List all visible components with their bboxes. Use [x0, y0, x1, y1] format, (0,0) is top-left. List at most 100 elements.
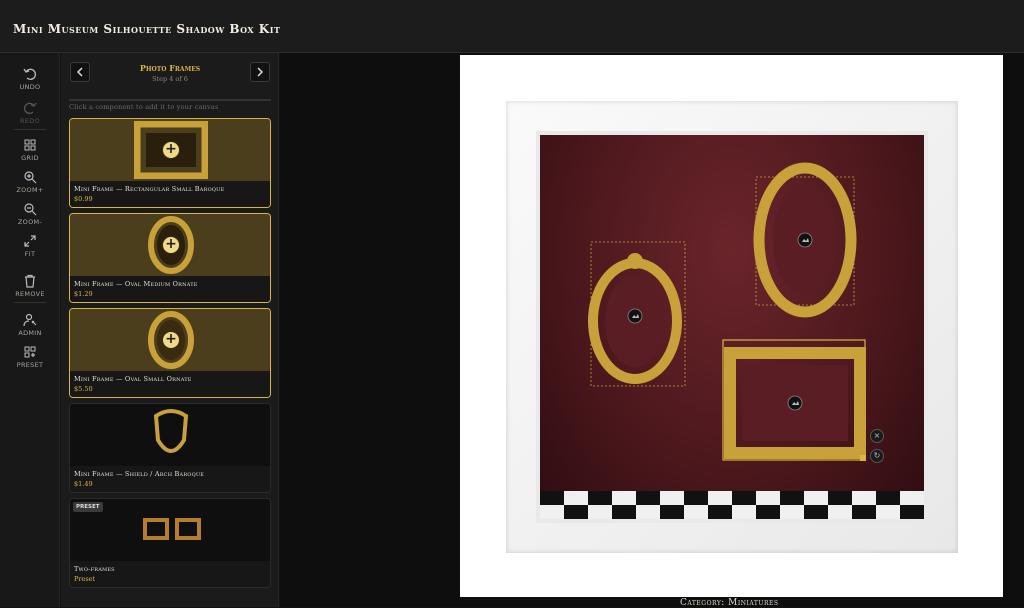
floor-tile: [660, 505, 684, 519]
zoom-in-icon: [24, 171, 37, 184]
card-thumbnail: [70, 404, 270, 466]
floor-tile: [540, 491, 564, 505]
chevron-right-icon: [257, 67, 264, 77]
card-price: $5.50: [74, 385, 93, 393]
floor-tile: [636, 505, 660, 519]
floor-tile: [900, 491, 924, 505]
grid-label: GRID: [21, 154, 39, 162]
preset-button[interactable]: PRESET: [0, 345, 60, 369]
prev-step-button[interactable]: [70, 62, 90, 82]
add-icon: +: [162, 236, 180, 254]
shadow-box-inner-frame: × ↻: [536, 131, 928, 523]
floor-tile: [828, 505, 852, 519]
zoom-out-icon: [24, 203, 37, 216]
next-step-button[interactable]: [250, 62, 270, 82]
floor-tile: [876, 491, 900, 505]
zoom-out-button[interactable]: ZOOM-: [0, 202, 60, 226]
card-thumbnail: +: [70, 214, 270, 276]
card-name: Mini Frame — Rectangular Small Baroque: [74, 185, 225, 193]
floor-tile: [756, 505, 780, 519]
rotate-element-button[interactable]: ↻: [870, 449, 884, 463]
floor-tile: [780, 491, 804, 505]
floor-tile: [804, 505, 828, 519]
redo-icon: [24, 102, 37, 114]
card-price: $1.29: [74, 290, 93, 298]
floor-tile: [660, 491, 684, 505]
floor-tile: [852, 491, 876, 505]
step-navigation: Photo Frames Step 4 of 6: [61, 53, 278, 97]
floor-tile: [732, 491, 756, 505]
undo-button[interactable]: UNDO: [0, 67, 60, 91]
remove-label: REMOVE: [15, 290, 45, 298]
card-price: Preset: [74, 575, 96, 583]
floor-tile: [804, 491, 828, 505]
zoom-in-button[interactable]: ZOOM+: [0, 170, 60, 194]
admin-icon: [23, 313, 37, 327]
card-price: $0.99: [74, 195, 93, 203]
redo-button[interactable]: REDO: [0, 101, 60, 125]
floor-tile: [684, 505, 708, 519]
redo-label: REDO: [20, 117, 40, 125]
card-thumbnail: +: [70, 119, 270, 181]
fit-button[interactable]: FIT: [0, 234, 60, 258]
floor-tile: [684, 491, 708, 505]
floor-tile: [732, 505, 756, 519]
floor-tile: [612, 505, 636, 519]
floor-tile: [828, 491, 852, 505]
floor-tile: [588, 491, 612, 505]
tool-sidebar: UNDO REDO GRID ZOOM+ ZOOM- FIT REMOVE AD…: [0, 53, 60, 607]
card-name: Two-frames: [74, 565, 115, 573]
shield-frame-thumbnail: [153, 409, 189, 453]
canvas-board[interactable]: × ↻: [460, 55, 1003, 597]
app-title: Mini Museum Silhouette Shadow Box Kit: [13, 22, 281, 36]
delete-element-button[interactable]: ×: [870, 429, 884, 443]
shadow-box-frame: × ↻: [506, 101, 958, 553]
floor-tile: [876, 505, 900, 519]
card-price: $1.49: [74, 480, 93, 488]
floor-tile: [756, 491, 780, 505]
admin-label: ADMIN: [18, 329, 42, 337]
floor-tile: [588, 505, 612, 519]
floor-tile: [708, 491, 732, 505]
undo-label: UNDO: [19, 83, 41, 91]
card-name: Mini Frame — Oval Small Ornate: [74, 375, 192, 383]
undo-icon: [23, 68, 36, 80]
component-card-shield-arch[interactable]: Mini Frame — Shield / Arch Baroque $1.49: [69, 403, 271, 493]
design-canvas-area: × ↻: [280, 53, 1024, 607]
panel-hint: Click a component to add it to your canv…: [69, 103, 219, 111]
two-frames-thumbnail: [143, 518, 201, 540]
card-thumbnail: PRESET: [70, 499, 270, 561]
component-card-oval-small[interactable]: + Mini Frame — Oval Small Ornate $5.50: [69, 308, 271, 398]
grid-button[interactable]: GRID: [0, 138, 60, 162]
card-name: Mini Frame — Shield / Arch Baroque: [74, 470, 205, 478]
floor-tile: [708, 505, 732, 519]
step-progress-bar: [69, 99, 271, 101]
preset-badge: PRESET: [73, 502, 103, 512]
toolbar-divider: [14, 129, 46, 130]
step-title: Photo Frames: [139, 63, 201, 73]
component-card-rect-baroque[interactable]: + Mini Frame — Rectangular Small Baroque…: [69, 118, 271, 208]
floor-tile: [852, 505, 876, 519]
fit-label: FIT: [24, 250, 36, 258]
floor-tile: [612, 491, 636, 505]
velvet-background: × ↻: [540, 135, 924, 519]
chevron-left-icon: [76, 67, 83, 77]
placed-rect-frame[interactable]: [722, 339, 868, 463]
trash-icon: [25, 274, 35, 288]
placed-oval-frame-left[interactable]: [585, 241, 689, 389]
preset-icon: [24, 346, 36, 358]
remove-button[interactable]: REMOVE: [0, 274, 60, 298]
floor-tile: [900, 505, 924, 519]
component-card-oval-medium[interactable]: + Mini Frame — Oval Medium Ornate $1.29: [69, 213, 271, 303]
component-card-two-frames[interactable]: PRESET Two-frames Preset: [69, 498, 271, 588]
placed-oval-frame-top[interactable]: [752, 161, 858, 319]
zoom-out-label: ZOOM-: [17, 218, 43, 226]
component-panel: Photo Frames Step 4 of 6 Click a compone…: [61, 53, 279, 607]
floor-tile: [564, 505, 588, 519]
checkered-floor: [540, 491, 924, 519]
card-thumbnail: +: [70, 309, 270, 371]
fit-icon: [24, 235, 36, 247]
floor-tile: [780, 505, 804, 519]
admin-button[interactable]: ADMIN: [0, 313, 60, 337]
preset-label: PRESET: [16, 361, 44, 369]
